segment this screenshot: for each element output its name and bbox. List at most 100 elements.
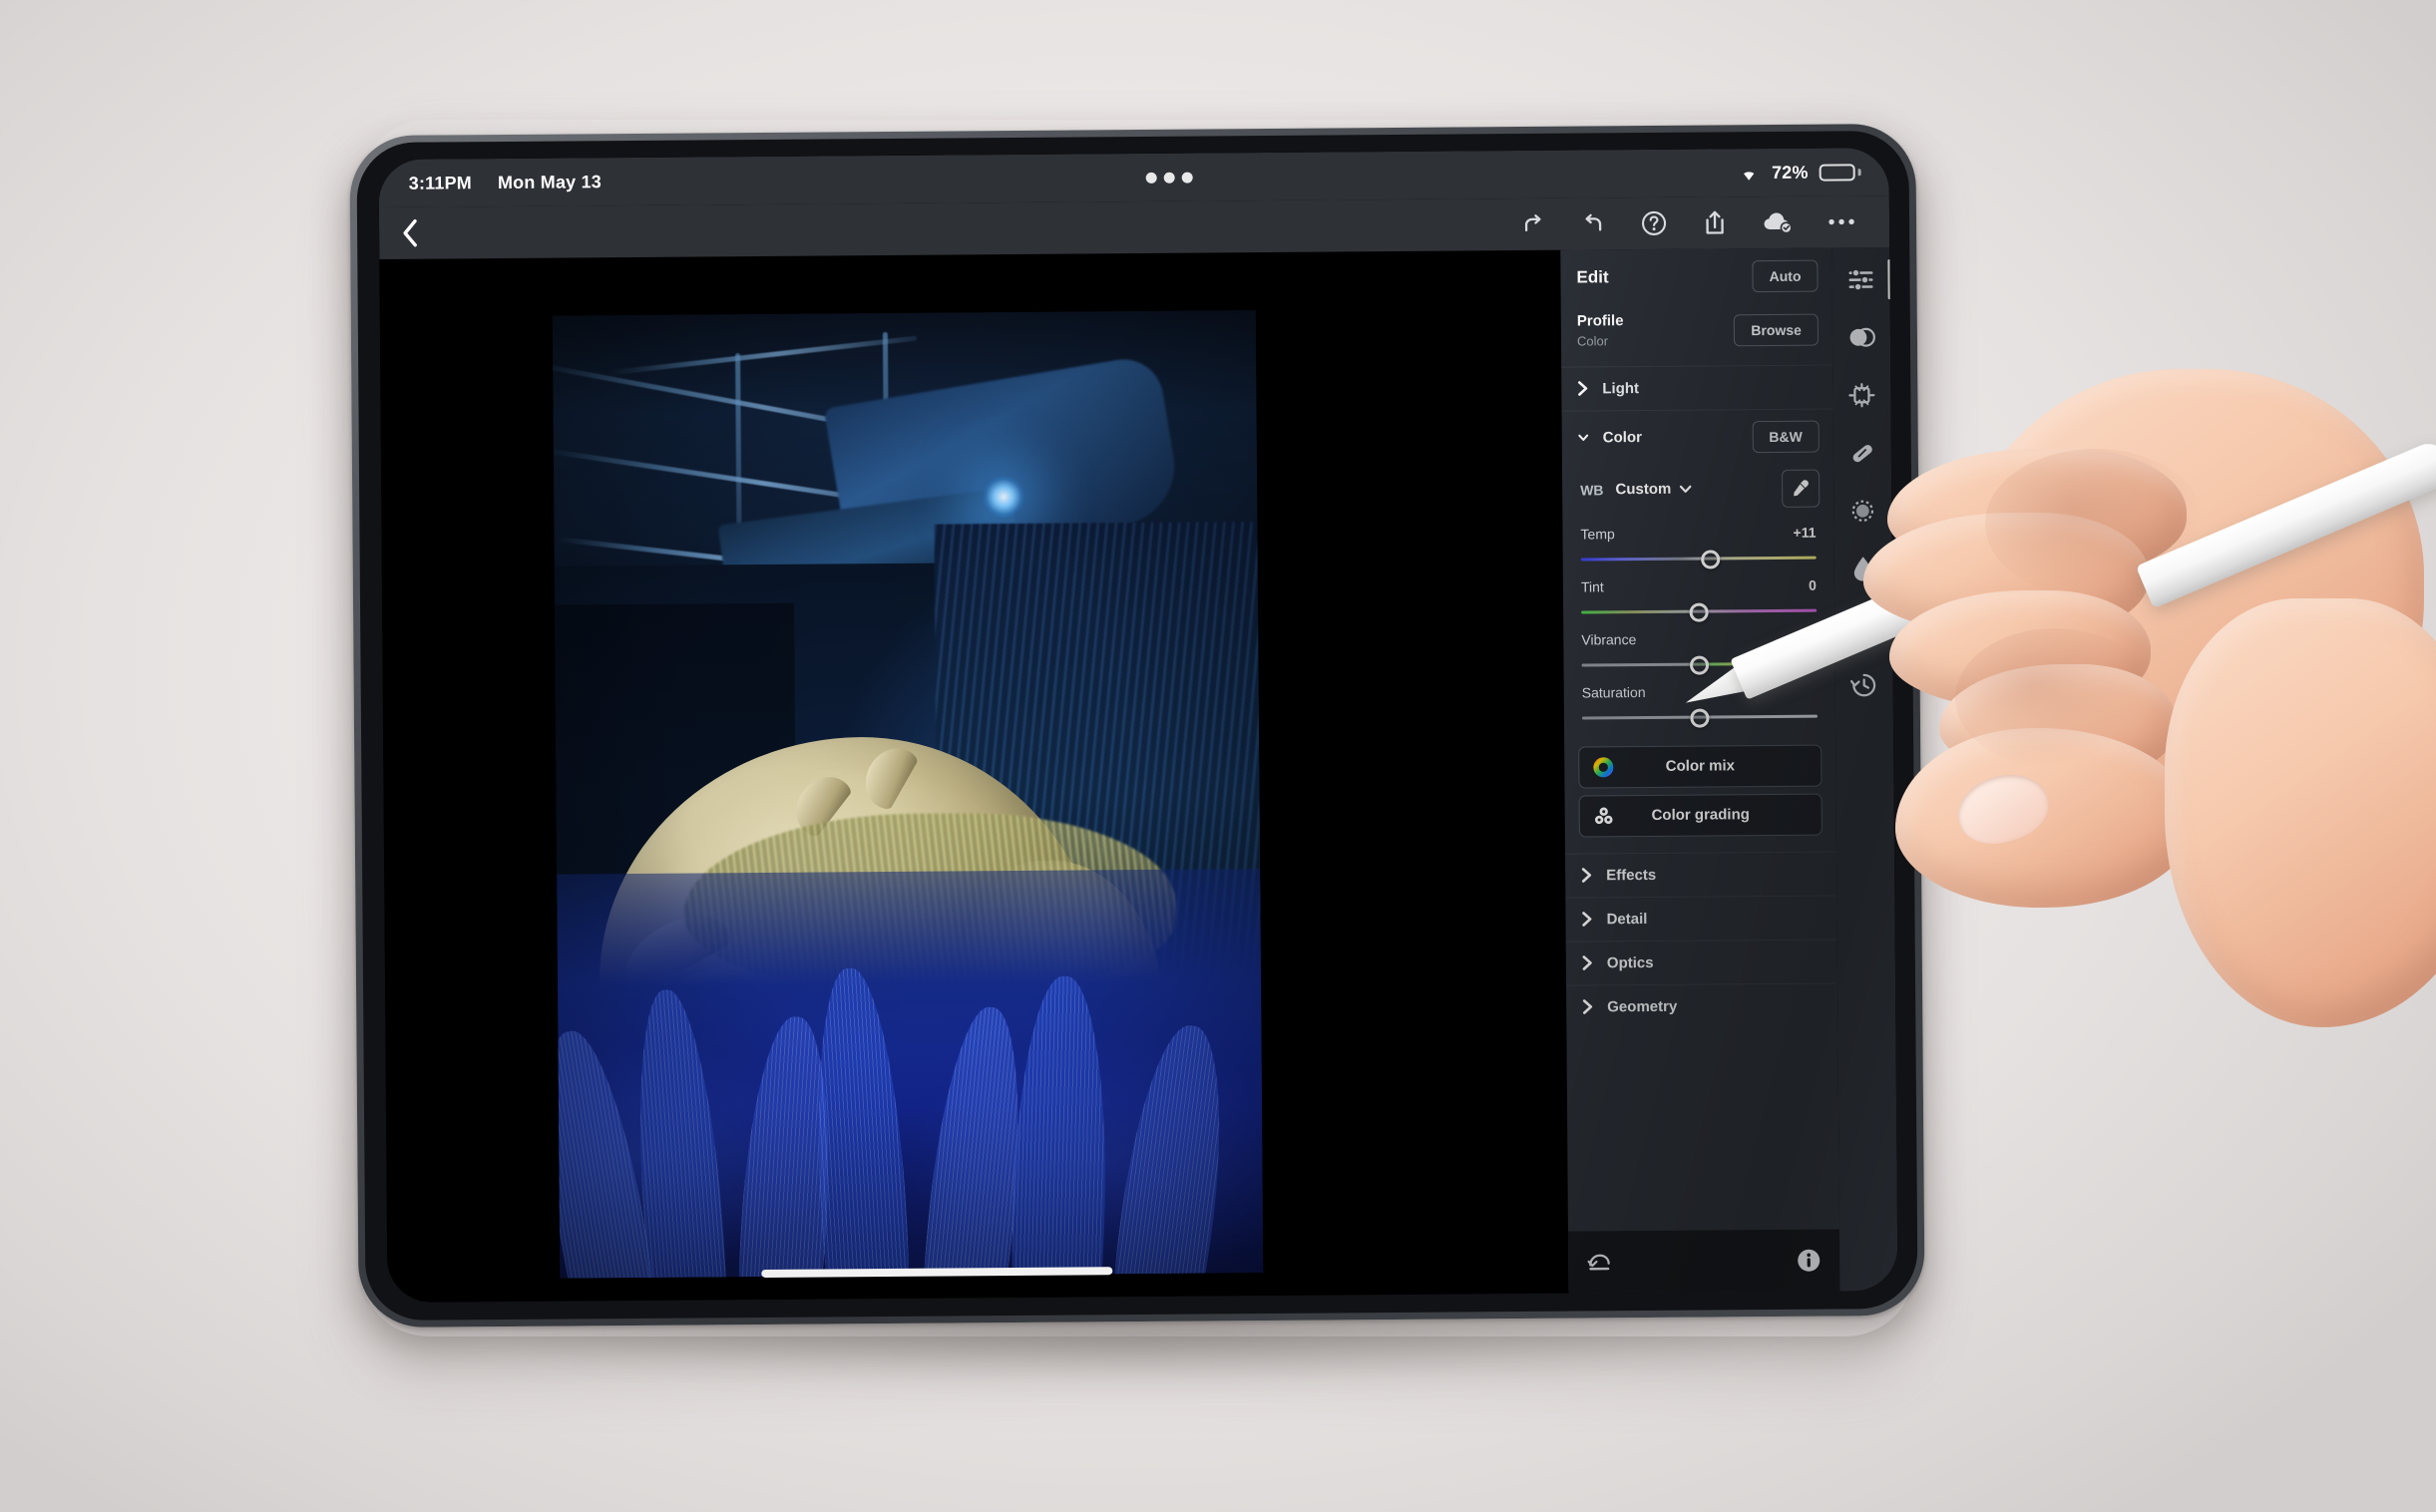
thumb bbox=[1895, 728, 2195, 908]
crop-icon[interactable] bbox=[1841, 379, 1881, 411]
edit-sliders-icon[interactable] bbox=[1840, 263, 1880, 295]
sidebar-item-detail[interactable]: Detail bbox=[1565, 894, 1837, 942]
wb-value: Custom bbox=[1615, 480, 1672, 499]
pencil-upper-shaft bbox=[2136, 437, 2436, 609]
edited-photo[interactable] bbox=[552, 310, 1264, 1279]
tool-rail bbox=[1831, 247, 1898, 1292]
color-mix-label: Color mix bbox=[1665, 757, 1735, 775]
knuckle-shading bbox=[1955, 628, 2155, 768]
bw-button[interactable]: B&W bbox=[1752, 420, 1820, 453]
slider-label-vibrance: Vibrance bbox=[1581, 630, 1637, 647]
chevron-right-icon bbox=[1577, 380, 1588, 396]
battery-icon bbox=[1819, 163, 1861, 182]
section-label-color: Color bbox=[1602, 429, 1642, 447]
masking-icon[interactable] bbox=[1841, 321, 1881, 353]
slider-label-temp: Temp bbox=[1580, 525, 1615, 543]
water-drop-icon[interactable] bbox=[1843, 553, 1883, 584]
color-grading-label: Color grading bbox=[1651, 806, 1750, 824]
status-spacer-right bbox=[1193, 173, 1738, 177]
more-icon[interactable] bbox=[1827, 216, 1855, 226]
back-button[interactable] bbox=[379, 217, 441, 247]
wifi-icon bbox=[1744, 171, 1755, 181]
section-label-light: Light bbox=[1602, 379, 1640, 397]
wrist bbox=[2165, 598, 2436, 1027]
chevron-right-icon bbox=[1582, 954, 1593, 970]
info-icon bbox=[1798, 1249, 1821, 1272]
knuckle-shading bbox=[1985, 449, 2205, 598]
undo-icon[interactable] bbox=[1580, 210, 1606, 236]
slider-tint[interactable]: Tint 0 bbox=[1563, 569, 1834, 624]
slider-knob-tint[interactable] bbox=[1689, 601, 1709, 622]
slider-knob-temp[interactable] bbox=[1700, 549, 1721, 569]
tablet-device: 3:11PM Mon May 13 72% Edit Auto Profile … bbox=[349, 123, 1925, 1328]
version-history-icon[interactable] bbox=[1844, 668, 1884, 700]
sidebar-item-effects[interactable]: Effects bbox=[1565, 850, 1837, 898]
slider-bar-temp bbox=[1580, 556, 1817, 562]
auto-button[interactable]: Auto bbox=[1752, 259, 1819, 293]
slider-vibrance[interactable]: Vibrance 0 bbox=[1563, 622, 1834, 677]
slider-value-vibrance: 0 bbox=[1809, 629, 1818, 646]
healing-icon[interactable] bbox=[1842, 437, 1882, 469]
sidebar-item-light[interactable]: Light bbox=[1561, 364, 1833, 411]
white-balance-row: WB Custom bbox=[1562, 463, 1833, 519]
browse-button[interactable]: Browse bbox=[1734, 313, 1820, 347]
slider-value-tint: 0 bbox=[1809, 576, 1817, 593]
selective-icon[interactable] bbox=[1842, 495, 1882, 527]
slider-knob-vibrance[interactable] bbox=[1689, 654, 1710, 675]
scene: 3:11PM Mon May 13 72% Edit Auto Profile … bbox=[0, 0, 2436, 1512]
panel-footer bbox=[1567, 1229, 1840, 1294]
section-label-effects: Effects bbox=[1606, 866, 1657, 884]
wb-label: WB bbox=[1580, 481, 1604, 499]
color-wheel-icon bbox=[1591, 755, 1615, 779]
reset-button[interactable] bbox=[1586, 1250, 1612, 1274]
slider-track-temp[interactable] bbox=[1580, 549, 1817, 569]
presets-icon[interactable] bbox=[1843, 610, 1883, 642]
chevron-right-icon bbox=[1581, 911, 1592, 927]
slider-temp[interactable]: Temp +11 bbox=[1562, 517, 1833, 571]
slider-track-saturation[interactable] bbox=[1581, 707, 1818, 728]
wb-dropdown[interactable]: Custom bbox=[1615, 480, 1692, 499]
edit-panel: Edit Auto Profile Color Browse Light Col… bbox=[1560, 247, 1840, 1294]
slider-track-vibrance[interactable] bbox=[1581, 654, 1818, 675]
profile-value: Color bbox=[1576, 333, 1609, 349]
hand-back bbox=[1955, 369, 2424, 798]
section-label-optics: Optics bbox=[1606, 953, 1654, 971]
tablet-bezel: 3:11PM Mon May 13 72% Edit Auto Profile … bbox=[356, 130, 1918, 1322]
multitask-dots-icon[interactable] bbox=[1145, 172, 1194, 184]
info-button[interactable] bbox=[1796, 1248, 1822, 1274]
cloud-sync-icon[interactable] bbox=[1762, 209, 1794, 235]
chevron-down-icon bbox=[1578, 432, 1589, 443]
sidebar-item-geometry[interactable]: Geometry bbox=[1566, 981, 1838, 1029]
photo-canvas[interactable] bbox=[379, 250, 1487, 1303]
home-indicator[interactable] bbox=[761, 1267, 1113, 1278]
redo-icon[interactable] bbox=[1520, 211, 1546, 237]
chevron-down-icon bbox=[1680, 485, 1692, 493]
profile-title: Profile bbox=[1576, 312, 1624, 330]
slider-label-tint: Tint bbox=[1580, 577, 1604, 595]
eyedropper-icon bbox=[1794, 479, 1809, 496]
slider-label-saturation: Saturation bbox=[1581, 683, 1646, 700]
profile-label: Profile Color bbox=[1577, 311, 1624, 352]
eyedropper-button[interactable] bbox=[1782, 469, 1821, 508]
color-grading-button[interactable]: Color grading bbox=[1578, 793, 1823, 838]
hand bbox=[1835, 299, 2436, 1057]
share-icon[interactable] bbox=[1702, 208, 1728, 236]
toolbar-icon-group bbox=[1520, 207, 1889, 238]
toolbar-spacer bbox=[441, 224, 1520, 232]
profile-row: Profile Color Browse bbox=[1561, 304, 1832, 367]
chevron-right-icon bbox=[1582, 998, 1593, 1014]
little-finger bbox=[1939, 664, 2177, 780]
panel-header: Edit Auto bbox=[1560, 248, 1831, 306]
status-right-cluster: 72% bbox=[1738, 162, 1861, 184]
index-finger bbox=[1887, 449, 2187, 576]
color-mix-button[interactable]: Color mix bbox=[1578, 744, 1823, 789]
sidebar-item-optics[interactable]: Optics bbox=[1565, 938, 1838, 985]
slider-saturation[interactable]: Saturation bbox=[1564, 675, 1835, 730]
slider-track-tint[interactable] bbox=[1581, 601, 1818, 622]
section-label-geometry: Geometry bbox=[1607, 997, 1678, 1015]
status-date: Mon May 13 bbox=[497, 171, 603, 192]
sidebar-item-color[interactable]: Color B&W bbox=[1561, 408, 1833, 466]
chevron-left-icon bbox=[403, 218, 417, 247]
slider-knob-saturation[interactable] bbox=[1690, 707, 1710, 728]
help-icon[interactable] bbox=[1640, 209, 1668, 237]
